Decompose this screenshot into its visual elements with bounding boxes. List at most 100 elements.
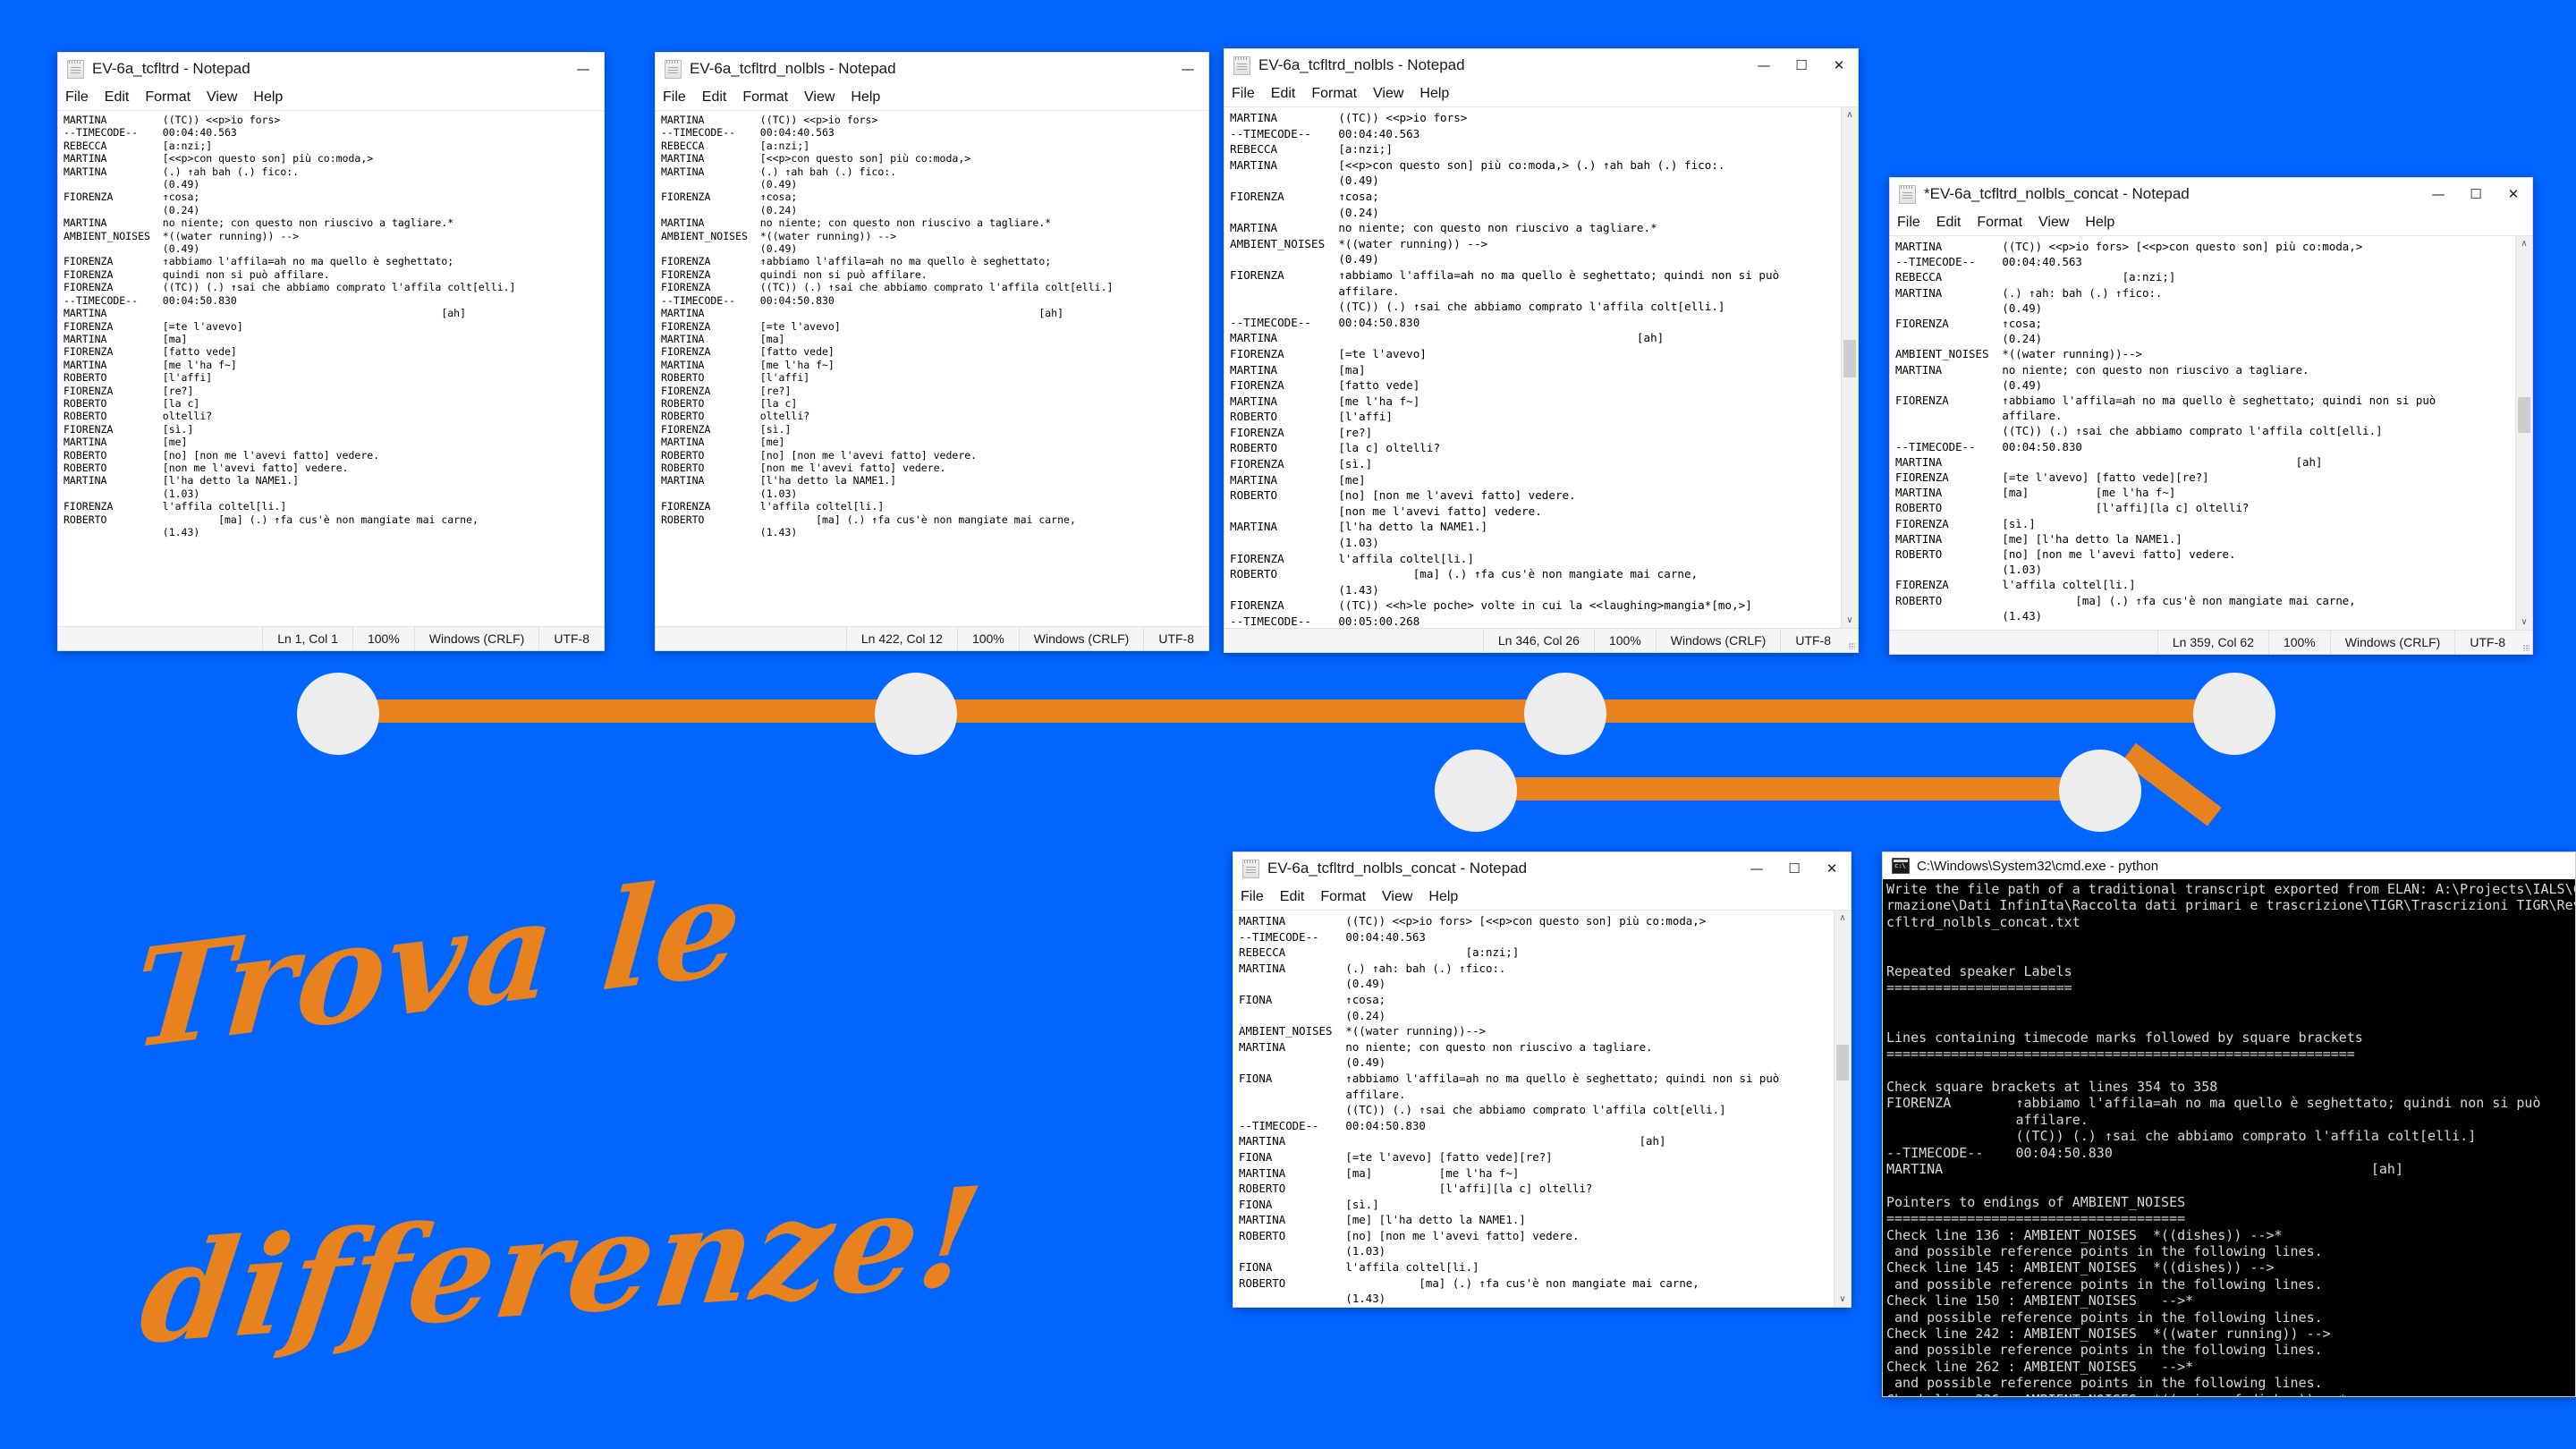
minimize-button[interactable]: — xyxy=(2419,178,2457,210)
menu-bar[interactable]: File Edit Format View Help xyxy=(58,85,604,110)
menu-item-view[interactable]: View xyxy=(1373,86,1403,102)
menu-item-view[interactable]: View xyxy=(804,89,835,106)
maximize-button[interactable]: ☐ xyxy=(2457,178,2495,210)
text-line: FIORENZA ((TC)) (.) ↑sai che abbiamo com… xyxy=(64,281,516,294)
document-text[interactable]: MARTINA ((TC)) <<p>io fors> [<<p>con que… xyxy=(1239,913,1831,1307)
menu-item-format[interactable]: Format xyxy=(1311,86,1357,102)
pipeline-node-6[interactable] xyxy=(2059,750,2141,832)
scroll-down-icon[interactable]: ∨ xyxy=(2516,614,2532,630)
pipeline-node-1[interactable] xyxy=(297,673,379,755)
title-bar[interactable]: EV-6a_tcfltrd_nolbls_concat - Notepad — … xyxy=(1233,852,1851,885)
notepad-window-4[interactable]: *EV-6a_tcfltrd_nolbls_concat - Notepad —… xyxy=(1889,177,2533,655)
resize-grip[interactable] xyxy=(1845,629,1858,652)
minimize-button[interactable]: — xyxy=(1167,53,1208,85)
menu-item-file[interactable]: File xyxy=(65,89,89,106)
status-encoding: UTF-8 xyxy=(538,627,604,650)
notepad-icon xyxy=(1242,859,1259,878)
menu-item-file[interactable]: File xyxy=(1241,889,1264,905)
text-line: ((TC)) (.) ↑sai che abbiamo comprato l'a… xyxy=(1895,424,2383,438)
scrollbar-thumb[interactable] xyxy=(2518,397,2530,433)
scroll-up-icon[interactable]: ∧ xyxy=(1842,107,1858,123)
scrollbar-thumb[interactable] xyxy=(1836,1045,1849,1080)
menu-bar[interactable]: File Edit Format View Help xyxy=(656,85,1208,110)
menu-bar[interactable]: File Edit Format View Help xyxy=(1890,210,2532,235)
notepad-window-1[interactable]: EV-6a_tcfltrd - Notepad — File Edit Form… xyxy=(57,52,605,651)
close-button[interactable]: ✕ xyxy=(1820,49,1858,81)
scroll-up-icon[interactable]: ∧ xyxy=(2516,236,2532,251)
window-controls[interactable]: — xyxy=(1167,53,1208,85)
menu-bar[interactable]: File Edit Format View Help xyxy=(1233,885,1851,910)
terminal-output[interactable]: Write the file path of a traditional tra… xyxy=(1883,879,2575,1396)
menu-item-edit[interactable]: Edit xyxy=(1271,86,1296,102)
pipeline-node-2[interactable] xyxy=(875,673,957,755)
scrollbar-thumb[interactable] xyxy=(1843,340,1856,377)
menu-item-edit[interactable]: Edit xyxy=(1936,215,1962,231)
text-editor-area[interactable]: MARTINA ((TC)) <<p>io fors> --TIMECODE-- … xyxy=(1224,106,1858,628)
window-controls[interactable]: — ☐ ✕ xyxy=(2419,178,2532,210)
title-bar[interactable]: *EV-6a_tcfltrd_nolbls_concat - Notepad —… xyxy=(1890,178,2532,210)
menu-item-help[interactable]: Help xyxy=(1419,86,1449,102)
menu-item-format[interactable]: Format xyxy=(742,89,788,106)
menu-item-edit[interactable]: Edit xyxy=(1280,889,1305,905)
menu-item-view[interactable]: View xyxy=(207,89,237,106)
title-bar[interactable]: C:\Windows\System32\cmd.exe - python xyxy=(1883,852,2575,879)
minimize-button[interactable]: — xyxy=(563,53,604,85)
menu-item-view[interactable]: View xyxy=(1382,889,1412,905)
pipeline-node-5[interactable] xyxy=(1435,750,1517,832)
vertical-scrollbar[interactable]: ∧ ∨ xyxy=(2515,236,2532,630)
text-line: (1.03) xyxy=(1239,1244,1386,1258)
pipeline-node-3[interactable] xyxy=(1524,673,1606,755)
document-text[interactable]: MARTINA ((TC)) <<p>io fors> --TIMECODE-- … xyxy=(64,114,584,538)
menu-item-file[interactable]: File xyxy=(1232,86,1255,102)
close-button[interactable]: ✕ xyxy=(2495,178,2532,210)
scroll-down-icon[interactable]: ∨ xyxy=(1835,1292,1851,1307)
title-bar[interactable]: EV-6a_tcfltrd - Notepad — xyxy=(58,53,604,85)
menu-item-help[interactable]: Help xyxy=(253,89,283,106)
text-editor-area[interactable]: MARTINA ((TC)) <<p>io fors> --TIMECODE-- … xyxy=(656,110,1208,626)
title-bar[interactable]: EV-6a_tcfltrd_nolbls - Notepad — xyxy=(656,53,1208,85)
text-editor-area[interactable]: MARTINA ((TC)) <<p>io fors> --TIMECODE-- … xyxy=(58,110,604,626)
window-controls[interactable]: — ☐ ✕ xyxy=(1745,49,1858,81)
title-bar[interactable]: EV-6a_tcfltrd_nolbls - Notepad — ☐ ✕ xyxy=(1224,49,1858,81)
text-line: FIORENZA [=te l'avevo] [fatto vede][re?] xyxy=(1895,470,2209,485)
minimize-button[interactable]: — xyxy=(1745,49,1783,81)
vertical-scrollbar[interactable]: ∧ ∨ xyxy=(1834,911,1851,1307)
text-editor-area[interactable]: MARTINA ((TC)) <<p>io fors> [<<p>con que… xyxy=(1890,235,2532,630)
close-button[interactable]: ✕ xyxy=(1813,852,1851,885)
menu-item-format[interactable]: Format xyxy=(1977,215,2022,231)
menu-item-format[interactable]: Format xyxy=(1320,889,1366,905)
scroll-down-icon[interactable]: ∨ xyxy=(1842,613,1858,628)
window-controls[interactable]: — xyxy=(563,53,604,85)
status-position: Ln 346, Col 26 xyxy=(1482,629,1594,652)
document-text[interactable]: MARTINA ((TC)) <<p>io fors> --TIMECODE-- … xyxy=(1230,110,1838,628)
command-prompt-window[interactable]: C:\Windows\System32\cmd.exe - python Wri… xyxy=(1882,852,2576,1397)
notepad-window-3[interactable]: EV-6a_tcfltrd_nolbls - Notepad — ☐ ✕ Fil… xyxy=(1224,48,1859,653)
pipeline-node-4[interactable] xyxy=(2193,673,2275,755)
menu-item-edit[interactable]: Edit xyxy=(702,89,727,106)
menu-item-format[interactable]: Format xyxy=(145,89,191,106)
maximize-button[interactable]: ☐ xyxy=(1775,852,1813,885)
text-line: (0.49) xyxy=(1895,301,2043,315)
resize-grip[interactable] xyxy=(2520,631,2532,654)
menu-item-file[interactable]: File xyxy=(663,89,686,106)
maximize-button[interactable]: ☐ xyxy=(1783,49,1820,81)
scroll-up-icon[interactable]: ∧ xyxy=(1835,911,1851,926)
menu-item-file[interactable]: File xyxy=(1897,215,1920,231)
notepad-window-2[interactable]: EV-6a_tcfltrd_nolbls - Notepad — File Ed… xyxy=(655,52,1209,651)
text-line: MARTINA (.) ↑ah bah (.) fico:. xyxy=(661,165,897,178)
text-line: MARTINA no niente; con questo non riusci… xyxy=(1230,221,1657,235)
vertical-scrollbar[interactable]: ∧ ∨ xyxy=(1841,107,1858,628)
text-line: MARTINA [ah] xyxy=(1895,454,2323,469)
menu-item-view[interactable]: View xyxy=(2038,215,2069,231)
menu-bar[interactable]: File Edit Format View Help xyxy=(1224,81,1858,106)
document-text[interactable]: MARTINA ((TC)) <<p>io fors> --TIMECODE-- … xyxy=(661,114,1189,538)
document-text[interactable]: MARTINA ((TC)) <<p>io fors> [<<p>con que… xyxy=(1895,239,2512,623)
menu-item-help[interactable]: Help xyxy=(2085,215,2114,231)
window-controls[interactable]: — ☐ ✕ xyxy=(1738,852,1851,885)
menu-item-edit[interactable]: Edit xyxy=(105,89,130,106)
menu-item-help[interactable]: Help xyxy=(851,89,880,106)
text-editor-area[interactable]: MARTINA ((TC)) <<p>io fors> [<<p>con que… xyxy=(1233,910,1851,1307)
minimize-button[interactable]: — xyxy=(1738,852,1775,885)
menu-item-help[interactable]: Help xyxy=(1428,889,1458,905)
notepad-window-5[interactable]: EV-6a_tcfltrd_nolbls_concat - Notepad — … xyxy=(1233,852,1852,1308)
